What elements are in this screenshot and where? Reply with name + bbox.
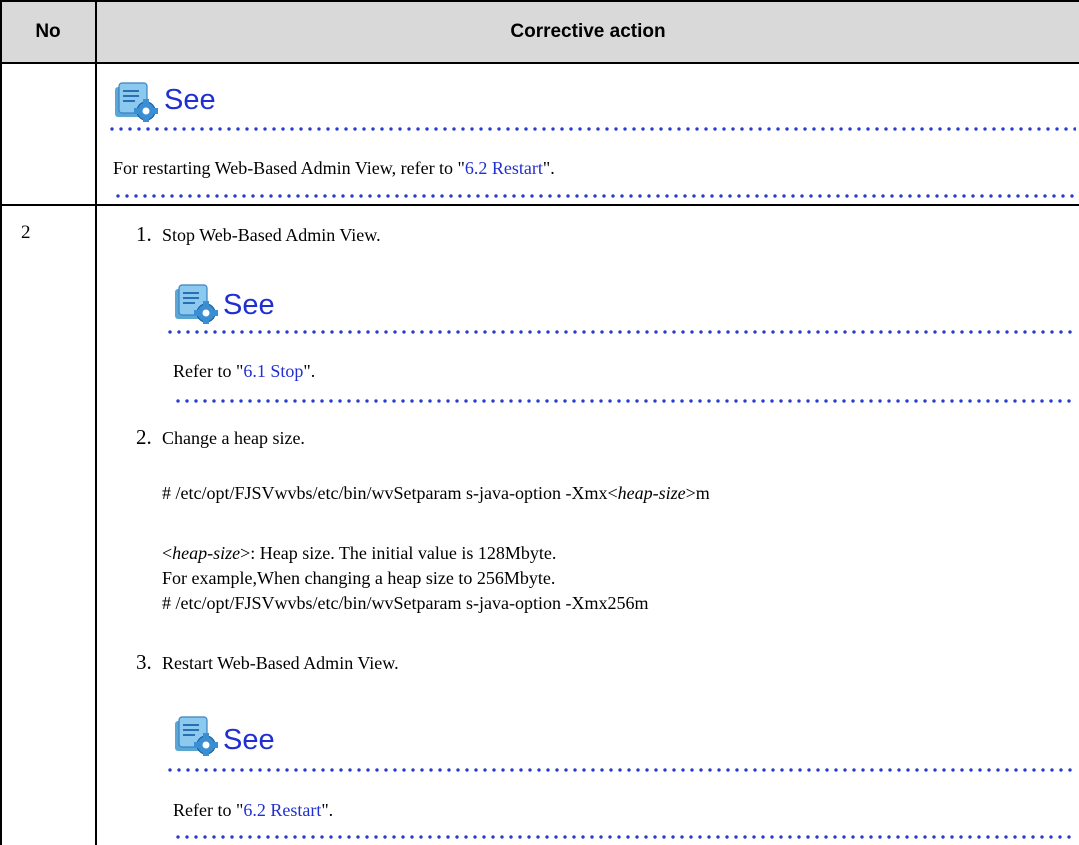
header-corrective-action: Corrective action — [510, 21, 666, 42]
document-gear-icon — [115, 82, 158, 122]
dotted-separator — [110, 127, 1076, 131]
table-left-border — [0, 0, 2, 845]
document-gear-icon — [175, 284, 218, 324]
row-divider — [0, 204, 1079, 206]
link-6-1-stop[interactable]: 6.1 Stop — [243, 361, 303, 381]
step-text: Stop Web-Based Admin View. — [162, 225, 381, 245]
row-number: 2 — [21, 222, 31, 243]
see-reference-text: Refer to "6.2 Restart". — [173, 800, 334, 820]
example-text: For example,When changing a heap size to… — [162, 568, 556, 588]
dotted-separator — [176, 399, 1076, 403]
see-reference-text: Refer to "6.1 Stop". — [173, 361, 316, 381]
step-number: 3. — [136, 650, 152, 674]
document-gear-icon — [175, 716, 218, 756]
see-heading: See — [223, 724, 275, 756]
command-line: # /etc/opt/FJSVwvbs/etc/bin/wvSetparam s… — [162, 483, 710, 503]
dotted-separator — [116, 194, 1076, 198]
column-divider — [95, 0, 97, 845]
step-text: Change a heap size. — [162, 428, 305, 448]
link-6-2-restart[interactable]: 6.2 Restart — [465, 158, 543, 178]
header-no: No — [35, 21, 61, 42]
heap-size-description: <heap-size>: Heap size. The initial valu… — [162, 543, 557, 563]
dotted-separator — [176, 835, 1076, 839]
see-heading: See — [164, 84, 216, 116]
see-reference-text: For restarting Web-Based Admin View, ref… — [113, 158, 555, 178]
dotted-separator — [168, 330, 1074, 334]
example-command: # /etc/opt/FJSVwvbs/etc/bin/wvSetparam s… — [162, 593, 649, 613]
document-page: No Corrective action See For restarting … — [0, 0, 1079, 845]
dotted-separator — [168, 768, 1074, 772]
step-text: Restart Web-Based Admin View. — [162, 653, 399, 673]
see-heading: See — [223, 289, 275, 321]
link-6-2-restart[interactable]: 6.2 Restart — [243, 800, 321, 820]
step-number: 2. — [136, 425, 152, 449]
step-number: 1. — [136, 222, 152, 246]
